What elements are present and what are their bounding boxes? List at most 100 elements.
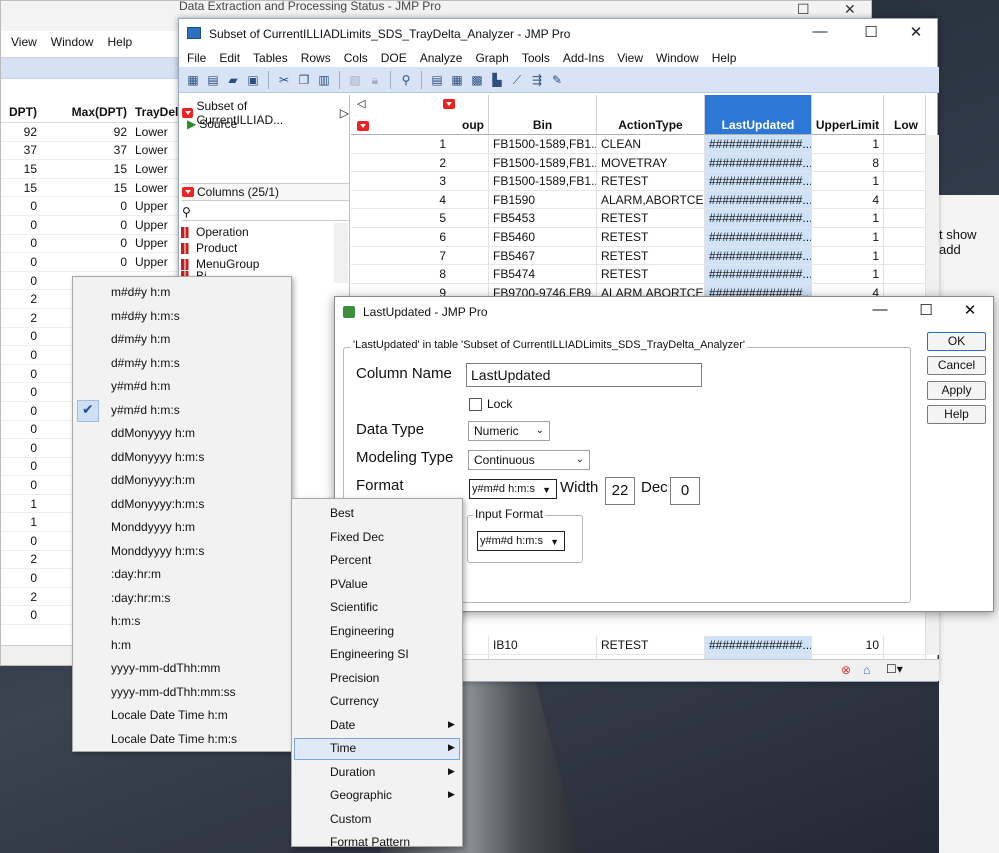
- menu-item[interactable]: h:m: [111, 638, 131, 652]
- table-cell[interactable]: RETEST: [597, 636, 705, 655]
- menu-item[interactable]: h:m:s: [111, 614, 140, 628]
- time-format-menu[interactable]: m#d#y h:m m#d#y h:m:s d#m#y h:m d#m#y h:m:s…: [72, 276, 292, 752]
- menu-item-engineering-si[interactable]: Engineering SI: [330, 647, 409, 661]
- width-input[interactable]: 22: [605, 477, 635, 505]
- search-icon[interactable]: ⚲: [398, 72, 414, 88]
- column-header-lastupdated[interactable]: LastUpdated: [705, 95, 812, 135]
- table-cell[interactable]: RETEST: [597, 246, 705, 266]
- menu-doe[interactable]: DOE: [381, 51, 407, 65]
- red-triangle-icon[interactable]: [443, 99, 455, 109]
- menu-item-time[interactable]: Time: [330, 741, 356, 755]
- column-header-actiontype[interactable]: ActionType: [597, 95, 705, 135]
- fit-model-icon[interactable]: ⇶: [529, 72, 545, 88]
- new-script-icon[interactable]: ▤: [205, 72, 221, 88]
- red-triangle-icon[interactable]: [357, 121, 369, 131]
- new-table-icon[interactable]: ▦: [185, 72, 201, 88]
- menu-help[interactable]: Help: [712, 51, 737, 65]
- main-window-titlebar[interactable]: Subset of CurrentILLIADLimits_SDS_TrayDe…: [179, 19, 937, 49]
- data-type-select[interactable]: Numeric ⌄: [468, 421, 550, 441]
- column-search-input[interactable]: ⚲: [182, 203, 349, 221]
- window-list-icon[interactable]: ☐▾: [886, 662, 903, 676]
- column-name-input[interactable]: LastUpdated: [466, 363, 702, 387]
- table-cell[interactable]: ##############...: [705, 228, 812, 247]
- table-cell[interactable]: [884, 228, 926, 247]
- minimize-icon[interactable]: —: [865, 301, 895, 318]
- maximize-icon[interactable]: ☐: [797, 1, 810, 18]
- menu-item[interactable]: d#m#y h:m:s: [111, 356, 180, 370]
- columns-header[interactable]: Columns (25/1): [182, 183, 349, 201]
- table-cell[interactable]: 1: [812, 228, 884, 247]
- grid-icon[interactable]: ▩: [469, 72, 485, 88]
- table-cell[interactable]: ##############...: [705, 265, 812, 284]
- table-row[interactable]: 5 FB5453 RETEST ##############... 1: [351, 209, 939, 228]
- table-cell[interactable]: 1: [812, 265, 884, 284]
- format-menu[interactable]: Best Fixed Dec Percent PValue Scientific Engi…: [291, 498, 463, 849]
- row-number-cell[interactable]: 3: [351, 172, 489, 191]
- menu-view[interactable]: View: [11, 35, 37, 49]
- table-cell[interactable]: [884, 246, 926, 266]
- table-cell[interactable]: 8: [812, 153, 884, 173]
- minimize-icon[interactable]: —: [805, 23, 835, 40]
- table-cell[interactable]: FB5453: [489, 209, 597, 228]
- menu-item[interactable]: :day:hr:m:s: [111, 591, 170, 605]
- grid-corner[interactable]: ◁ oup: [351, 95, 489, 135]
- row-number-cell[interactable]: 2: [351, 153, 489, 173]
- column-header-upperlimit[interactable]: UpperLimit: [812, 95, 884, 135]
- back-table-column-header[interactable]: DPT): [1, 105, 41, 119]
- table-cell[interactable]: ##############...: [705, 190, 812, 210]
- menu-view[interactable]: View: [617, 51, 643, 65]
- apply-button[interactable]: Apply: [927, 381, 986, 400]
- column-item[interactable]: Operation: [181, 225, 249, 239]
- maximize-icon[interactable]: ☐: [856, 23, 886, 41]
- close-icon[interactable]: ✕: [901, 23, 931, 41]
- row-number-cell[interactable]: 1: [351, 135, 489, 154]
- menu-item[interactable]: m#d#y h:m:s: [111, 309, 180, 323]
- help-button[interactable]: Help: [927, 405, 986, 424]
- table-cell[interactable]: 10: [812, 636, 884, 655]
- table-cell[interactable]: 1: [812, 172, 884, 191]
- column-header-lowerlimit[interactable]: Low: [884, 95, 926, 135]
- column-header-group[interactable]: oup: [462, 118, 484, 132]
- table-cell[interactable]: RETEST: [597, 209, 705, 228]
- table-cell[interactable]: 1: [812, 209, 884, 228]
- menu-item[interactable]: ddMonyyyy:h:m:s: [111, 497, 204, 511]
- row-number-cell[interactable]: 8: [351, 265, 489, 284]
- table-row[interactable]: 3 FB1500-1589,FB1... RETEST ##############.…: [351, 172, 939, 191]
- close-icon[interactable]: ✕: [955, 301, 985, 319]
- row-number-cell[interactable]: 6: [351, 228, 489, 247]
- menu-item[interactable]: Locale Date Time h:m: [111, 708, 228, 722]
- table-row[interactable]: 7 FB5467 RETEST ##############... 1: [351, 246, 939, 266]
- dec-input[interactable]: 0: [670, 477, 700, 505]
- menu-item-date[interactable]: Date: [330, 718, 355, 732]
- table-row[interactable]: 1 FB1500-1589,FB1... CLEAN ##############..…: [351, 135, 939, 154]
- table-cell[interactable]: RETEST: [597, 265, 705, 284]
- menu-item-currency[interactable]: Currency: [330, 694, 379, 708]
- table-cell[interactable]: FB5460: [489, 228, 597, 247]
- menu-cols[interactable]: Cols: [344, 51, 368, 65]
- table-cell[interactable]: [884, 636, 926, 655]
- table-cell[interactable]: ##############...: [705, 153, 812, 173]
- column-item[interactable]: Product: [181, 241, 237, 255]
- menu-item[interactable]: yyyy-mm-ddThh:mm:ss: [111, 685, 236, 699]
- open-folder-icon[interactable]: ▰: [225, 72, 241, 88]
- modeling-type-select[interactable]: Continuous ⌄: [468, 450, 590, 470]
- error-icon[interactable]: ⊗: [841, 663, 851, 677]
- source-row[interactable]: ▶ Source: [187, 117, 237, 131]
- menu-item[interactable]: d#m#y h:m: [111, 332, 170, 346]
- table-cell[interactable]: ##############...: [705, 246, 812, 266]
- menu-item-pvalue[interactable]: PValue: [330, 577, 368, 591]
- column-item[interactable]: MenuGroup: [181, 257, 259, 271]
- lock-checkbox[interactable]: [469, 398, 482, 411]
- menu-item[interactable]: Monddyyyy h:m:s: [111, 544, 204, 558]
- menu-item-duration[interactable]: Duration: [330, 765, 375, 779]
- graph-builder-icon[interactable]: ▙: [489, 72, 505, 88]
- table-cell[interactable]: [884, 135, 926, 154]
- menu-item-engineering[interactable]: Engineering: [330, 624, 394, 638]
- collapse-arrow-icon[interactable]: ▷: [340, 106, 349, 120]
- table-cell[interactable]: [884, 153, 926, 173]
- table-cell[interactable]: ##############...: [705, 172, 812, 191]
- menu-window[interactable]: Window: [51, 35, 94, 49]
- table-cell[interactable]: FB1590: [489, 190, 597, 210]
- table-cell[interactable]: RETEST: [597, 228, 705, 247]
- menu-add-ins[interactable]: Add-Ins: [563, 51, 604, 65]
